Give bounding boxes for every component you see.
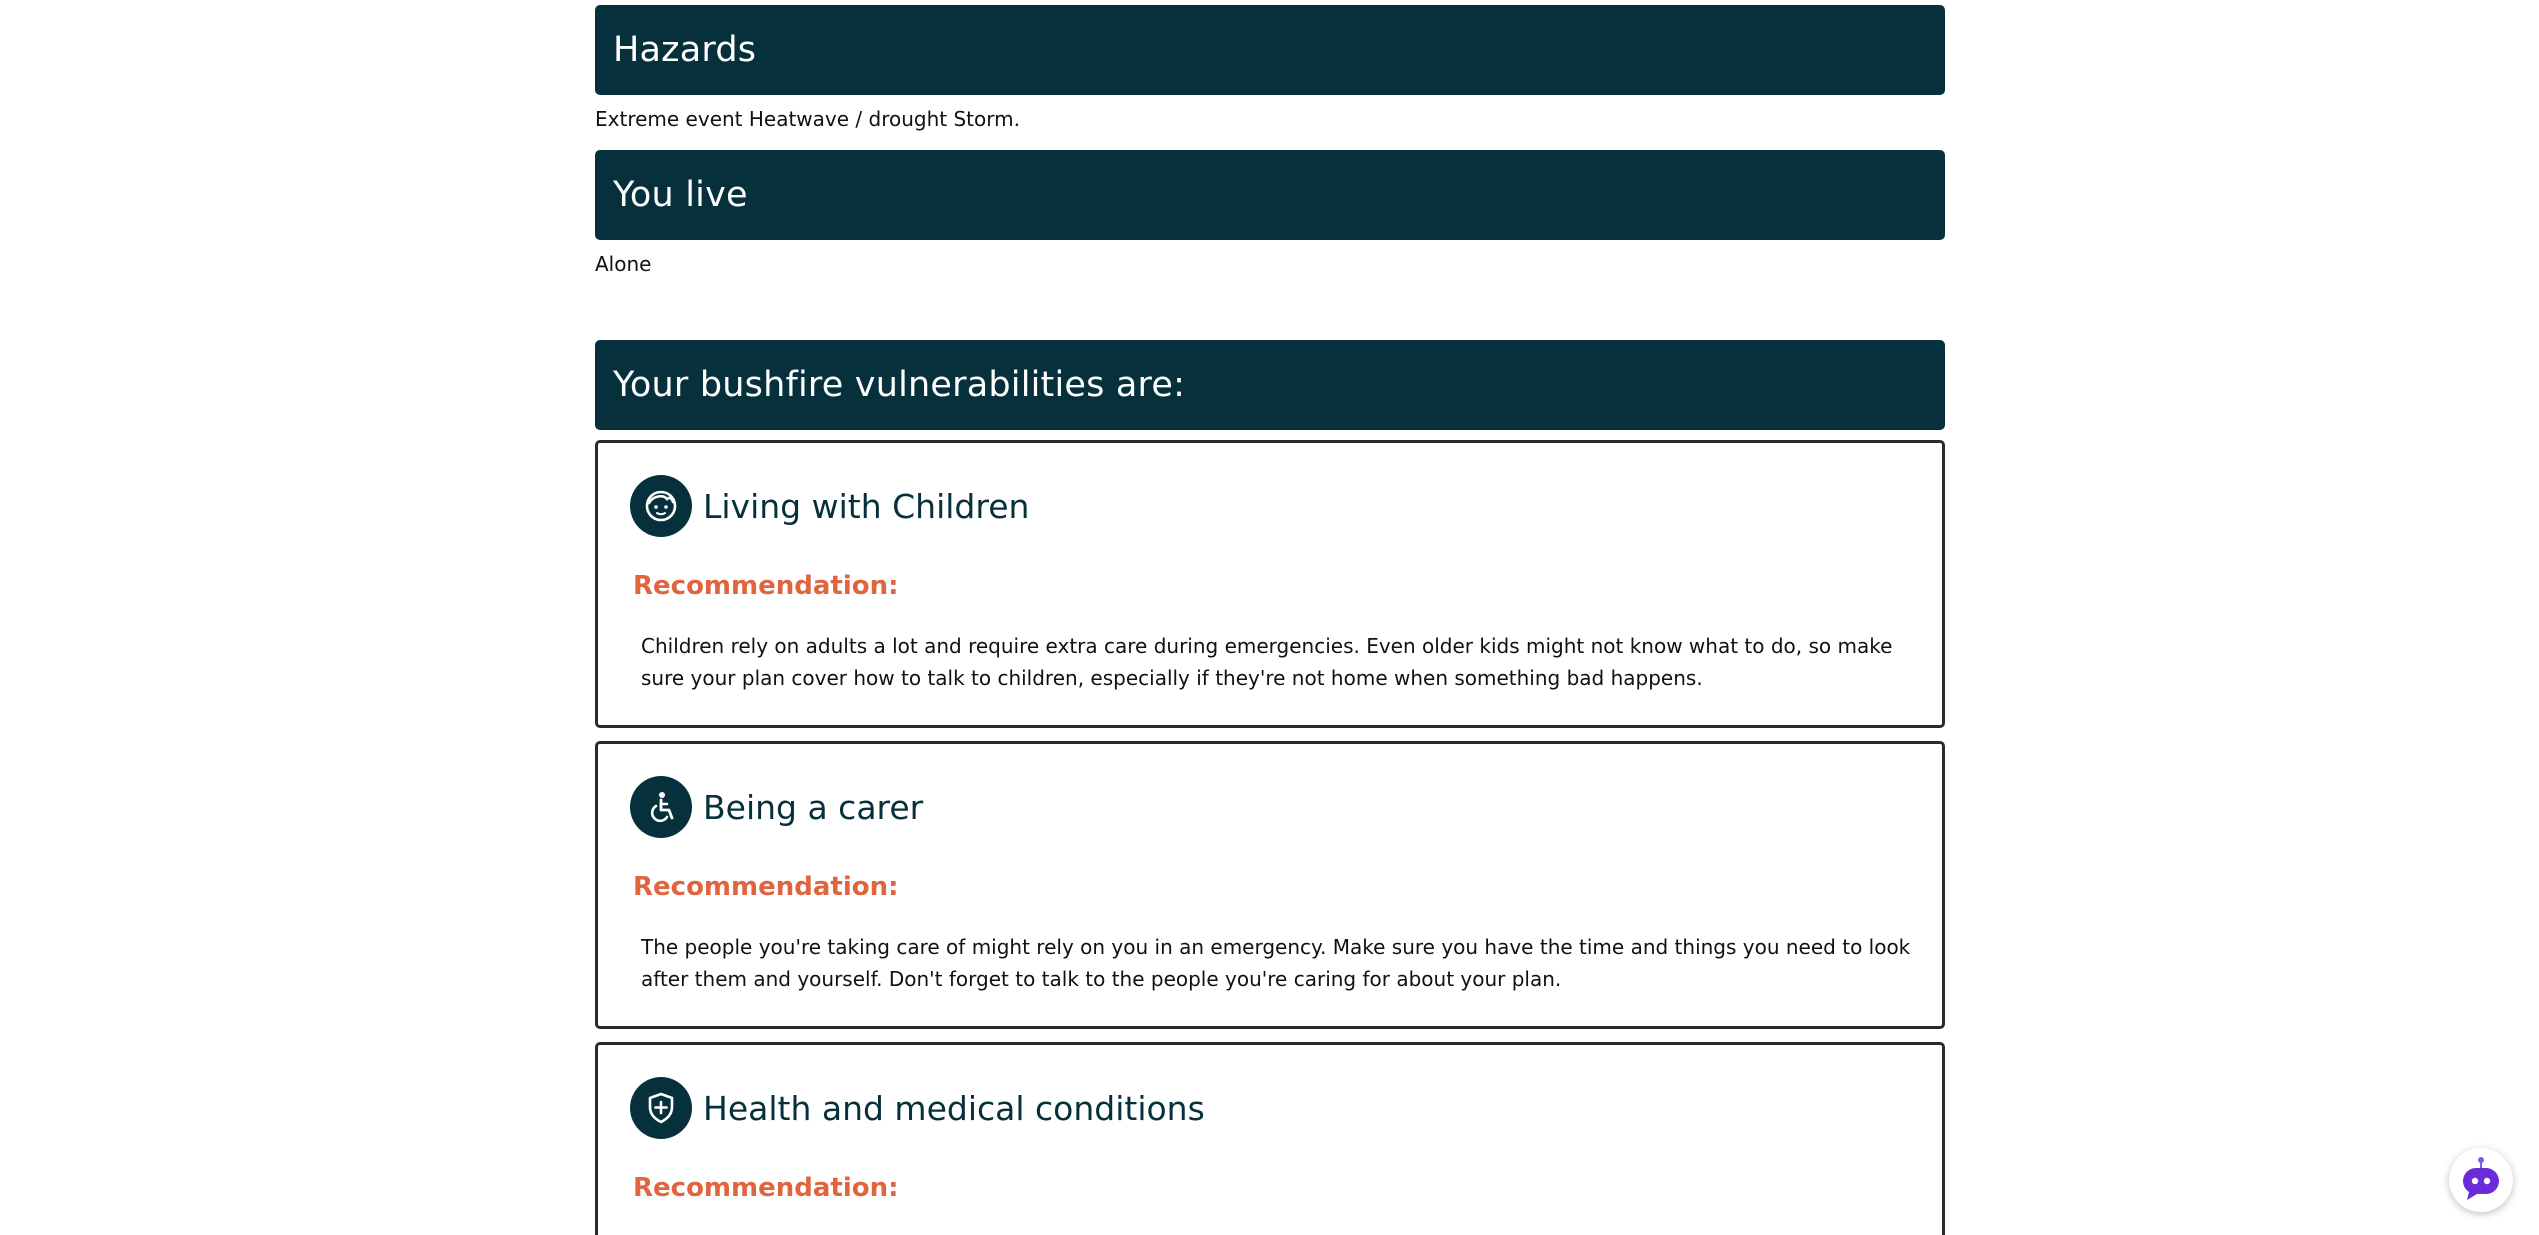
recommendation-label: Recommendation: [633, 571, 899, 601]
child-face-icon [630, 475, 692, 537]
hazards-text: Extreme event Heatwave / drought Storm. [595, 107, 1020, 131]
you-live-text: Alone [595, 252, 652, 276]
card-title: Health and medical conditions [703, 1089, 1205, 1128]
vulnerabilities-heading: Your bushfire vulnerabilities are: [595, 340, 1945, 430]
hazards-heading: Hazards [595, 5, 1945, 95]
medical-shield-icon [630, 1077, 692, 1139]
page: Hazards Extreme event Heatwave / drought… [0, 0, 2539, 1235]
card-title: Living with Children [703, 487, 1030, 526]
card-title: Being a carer [703, 788, 924, 827]
recommendation-text: The people you're taking care of might r… [641, 935, 1911, 991]
recommendation-label: Recommendation: [633, 872, 899, 902]
chatbot-icon [2463, 1157, 2499, 1200]
recommendation-text: Children rely on adults a lot and requir… [641, 634, 1893, 690]
recommendation-label: Recommendation: [633, 1173, 899, 1203]
vulnerability-card-children: Living with Children Recommendation: Chi… [595, 440, 1945, 728]
chatbot-button[interactable] [2449, 1148, 2513, 1212]
vulnerability-card-health: Health and medical conditions Recommenda… [595, 1042, 1945, 1235]
vulnerability-card-carer: Being a carer Recommendation: The people… [595, 741, 1945, 1029]
you-live-heading: You live [595, 150, 1945, 240]
accessibility-icon [630, 776, 692, 838]
